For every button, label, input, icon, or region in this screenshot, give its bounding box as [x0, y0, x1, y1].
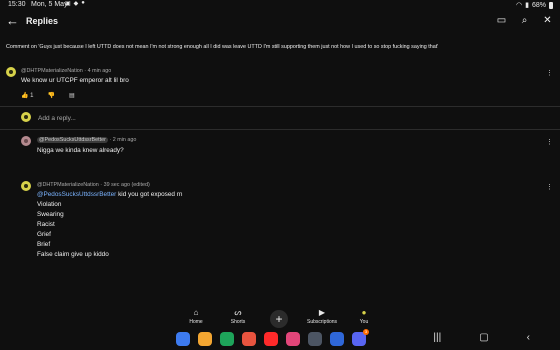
- comment-author[interactable]: @DHTPMaterializeNation: [21, 68, 83, 74]
- app-dock: 3: [176, 329, 369, 346]
- calculator-icon[interactable]: [308, 332, 322, 346]
- nav-home[interactable]: ⌂ Home: [184, 308, 208, 325]
- roblox-notification-icon: ◆: [73, 1, 79, 7]
- roblox-icon[interactable]: [330, 332, 344, 346]
- divider: [0, 129, 560, 130]
- app-bar: ← Replies ▭ ⌕ ✕: [0, 11, 560, 33]
- comment-line: Grief: [37, 231, 51, 238]
- system-bar: 3 ||| ▢ ‹: [0, 329, 560, 350]
- nav-you[interactable]: ● You: [352, 308, 376, 325]
- cast-icon[interactable]: ▭: [495, 15, 508, 27]
- my-avatar: [21, 112, 31, 122]
- home-button-icon[interactable]: ▢: [479, 332, 488, 343]
- dislike-button[interactable]: 👎: [47, 92, 54, 99]
- divider: [0, 106, 560, 107]
- notification-icons: ▣ ◆ ●: [65, 0, 85, 7]
- avatar[interactable]: [6, 67, 16, 77]
- reply-button[interactable]: ▤: [69, 92, 75, 99]
- nav-shorts[interactable]: ᔕ Shorts: [226, 308, 250, 325]
- create-button[interactable]: +: [270, 310, 288, 328]
- more-options-icon[interactable]: ⋮: [546, 138, 553, 146]
- comment-first-line: @PedosSucksUttdssrBetter kid you got exp…: [37, 191, 182, 198]
- recents-icon[interactable]: |||: [433, 332, 441, 343]
- search-icon[interactable]: ⌕: [518, 15, 531, 27]
- comment-text: We know ur UTCPF emperor alt lil bro: [21, 77, 129, 84]
- back-arrow-icon[interactable]: ←: [6, 13, 19, 29]
- status-bar: 15:30 Mon, 5 May ▣ ◆ ● ◠ ▮ 68%: [0, 0, 560, 11]
- nav-label: Home: [189, 319, 203, 325]
- like-button[interactable]: 👍 1: [21, 92, 33, 99]
- my-files-icon[interactable]: [198, 332, 212, 346]
- notification-badge: 3: [363, 329, 369, 335]
- gallery-notification-icon: ▣: [65, 1, 71, 7]
- subscriptions-icon: ▶: [318, 308, 326, 317]
- battery-icon: [549, 1, 553, 9]
- back-nav-icon[interactable]: ‹: [527, 332, 530, 343]
- comment-line: Violation: [37, 201, 62, 208]
- comment-meta: @PedosSucksUttdssrBetter · 2 min ago: [37, 137, 137, 143]
- comment-time: 39 sec ago (edited): [103, 182, 150, 188]
- close-icon[interactable]: ✕: [541, 15, 554, 27]
- comment-author[interactable]: @DHTPMaterializeNation: [37, 182, 99, 188]
- comment-text: Nigga we kinda knew already?: [37, 147, 124, 154]
- discord-icon[interactable]: 3: [352, 329, 369, 346]
- nav-label: You: [359, 319, 369, 325]
- comment-line: Swearing: [37, 211, 64, 218]
- phone-icon[interactable]: [220, 332, 234, 346]
- comment-author-mention[interactable]: @PedosSucksUttdssrBetter: [37, 137, 108, 143]
- mention-link[interactable]: @PedosSucksUttdssrBetter: [37, 191, 116, 198]
- comment-meta: @DHTPMaterializeNation · 39 sec ago (edi…: [37, 182, 150, 188]
- comment-first-text: kid you got exposed rn: [118, 191, 183, 198]
- parent-comment-text: Comment on 'Guys just because I left UTT…: [6, 44, 439, 50]
- you-avatar-icon: ●: [361, 308, 367, 317]
- battery-level: 68%: [531, 1, 546, 9]
- bottom-nav: ⌂ Home ᔕ Shorts + ▶ Subscriptions ● You: [0, 308, 560, 330]
- plus-icon: +: [275, 312, 283, 326]
- comment-line: False claim give up kiddo: [37, 251, 109, 258]
- nav-label: Subscriptions: [306, 319, 337, 325]
- more-options-icon[interactable]: ⋮: [546, 183, 553, 191]
- like-count: 1: [30, 93, 34, 99]
- discord-notification-icon: ●: [81, 0, 85, 6]
- page-title: Replies: [26, 16, 59, 26]
- add-reply-input[interactable]: Add a reply...: [38, 115, 76, 122]
- home-icon: ⌂: [193, 308, 199, 317]
- youtube-icon[interactable]: [264, 332, 278, 346]
- nav-label: Shorts: [230, 319, 246, 325]
- comment-line: Brief: [37, 241, 51, 248]
- signal-icon: ▮: [525, 2, 529, 9]
- comment-actions: 👍 1 👎 ▤: [21, 92, 75, 99]
- nav-subscriptions[interactable]: ▶ Subscriptions: [302, 308, 342, 325]
- comment-meta: @DHTPMaterializeNation · 4 min ago: [21, 68, 112, 74]
- shorts-icon: ᔕ: [234, 308, 242, 317]
- more-options-icon[interactable]: ⋮: [546, 69, 553, 77]
- avatar[interactable]: [21, 181, 31, 191]
- avatar[interactable]: [21, 136, 31, 146]
- status-time: 15:30: [8, 1, 26, 8]
- status-date: Mon, 5 May: [31, 1, 68, 8]
- comment-time: 2 min ago: [112, 137, 137, 143]
- video-player-icon[interactable]: [286, 332, 300, 346]
- contacts-icon[interactable]: [242, 332, 256, 346]
- comment-line: Racist: [37, 221, 55, 228]
- wifi-icon: ◠: [516, 2, 523, 9]
- status-right: ◠ ▮ 68%: [516, 1, 553, 9]
- samsung-internet-icon[interactable]: [176, 332, 190, 346]
- comment-time: 4 min ago: [87, 68, 112, 74]
